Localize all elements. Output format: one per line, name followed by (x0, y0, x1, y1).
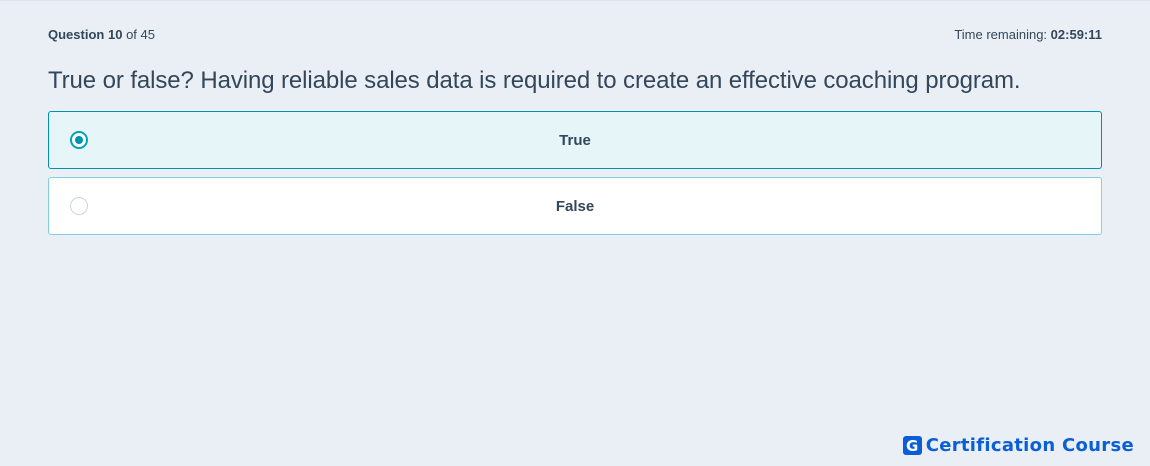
answer-option-true[interactable]: True (48, 111, 1102, 169)
answer-option-false[interactable]: False (48, 177, 1102, 235)
answer-option-label: True (559, 131, 591, 149)
question-text: True or false? Having reliable sales dat… (48, 67, 1021, 94)
time-value: 02:59:11 (1050, 26, 1102, 42)
question-counter: Question 10 of 45 (48, 27, 155, 42)
brand-name: Certification Course (925, 435, 1134, 456)
quiz-header: Question 10 of 45 Time remaining: 02:59:… (48, 25, 1102, 43)
brand-logo: G Certification Course (902, 435, 1134, 456)
brand-g-icon: G (902, 436, 922, 455)
time-label: Time remaining: (954, 26, 1048, 42)
time-remaining: Time remaining: 02:59:11 (954, 27, 1102, 42)
answer-option-label: False (555, 197, 595, 215)
question-number: 10 (107, 26, 123, 42)
question-total: of 45 (126, 26, 155, 42)
question-label: Question 10 (48, 26, 123, 42)
